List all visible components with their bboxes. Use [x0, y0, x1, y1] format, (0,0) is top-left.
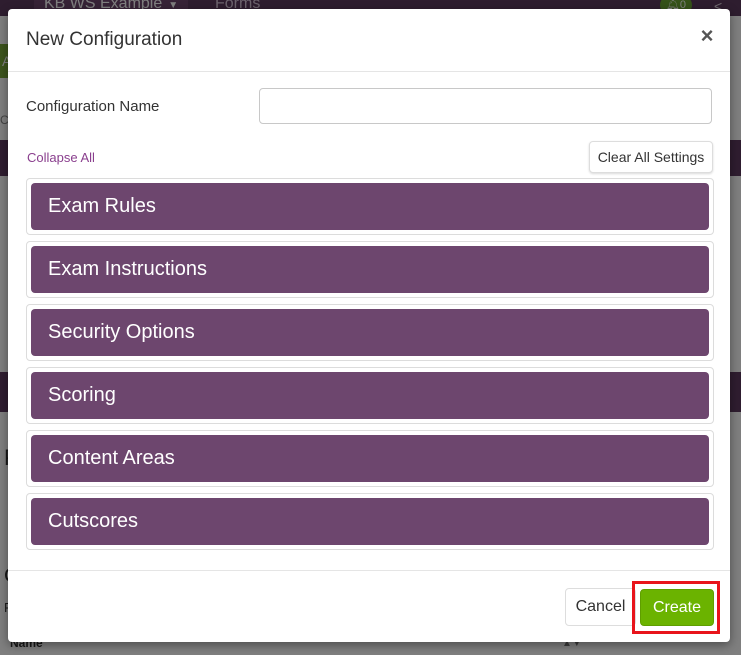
accordion-panel: Content Areas	[26, 430, 714, 487]
cancel-button[interactable]: Cancel	[565, 588, 636, 626]
accordion-panel: Scoring	[26, 367, 714, 424]
new-configuration-modal: New Configuration × Configuration Name C…	[8, 9, 730, 642]
accordion-panel: Exam Rules	[26, 178, 714, 235]
modal-title: New Configuration	[26, 29, 183, 50]
configuration-name-label: Configuration Name	[26, 98, 160, 115]
configuration-name-input[interactable]	[259, 88, 712, 124]
close-icon[interactable]: ×	[697, 25, 717, 47]
section-security-options[interactable]: Security Options	[31, 309, 709, 356]
settings-accordion: Exam Rules Exam Instructions Security Op…	[26, 178, 714, 556]
accordion-panel: Exam Instructions	[26, 241, 714, 298]
modal-header: New Configuration ×	[8, 9, 730, 72]
clear-all-settings-button[interactable]: Clear All Settings	[589, 141, 713, 173]
section-cutscores[interactable]: Cutscores	[31, 498, 709, 545]
section-content-areas[interactable]: Content Areas	[31, 435, 709, 482]
collapse-all-link[interactable]: Collapse All	[27, 150, 95, 165]
section-scoring[interactable]: Scoring	[31, 372, 709, 419]
accordion-panel: Cutscores	[26, 493, 714, 550]
modal-footer: Cancel Create	[8, 570, 730, 643]
accordion-panel: Security Options	[26, 304, 714, 361]
section-exam-rules[interactable]: Exam Rules	[31, 183, 709, 230]
create-button[interactable]: Create	[640, 589, 714, 626]
section-exam-instructions[interactable]: Exam Instructions	[31, 246, 709, 293]
